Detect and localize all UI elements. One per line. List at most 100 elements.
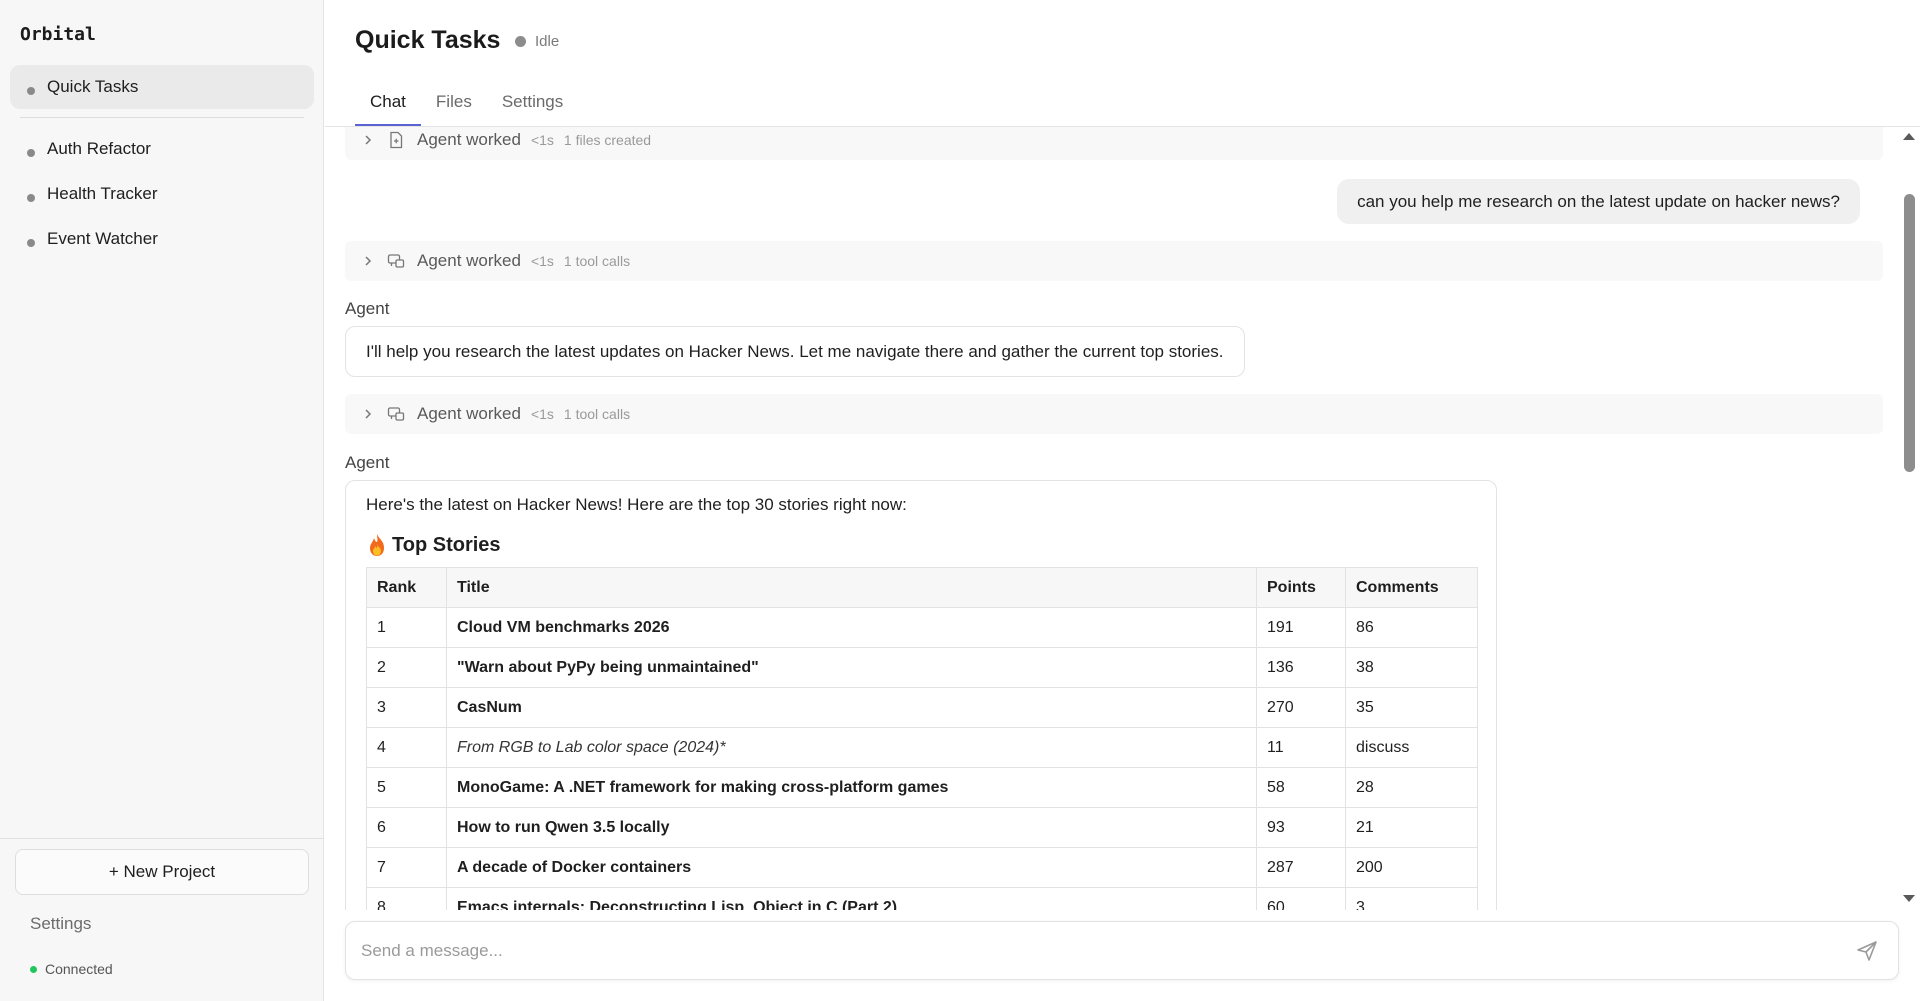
tool-icon [387, 254, 405, 268]
title-cell: Emacs internals: Deconstructing Lisp_Obj… [446, 887, 1257, 910]
agent-worked-row[interactable]: Agent worked <1s 1 tool calls [345, 241, 1883, 281]
comments-cell: discuss [1345, 727, 1478, 768]
title-cell: Cloud VM benchmarks 2026 [446, 607, 1257, 648]
message-composer [345, 921, 1899, 980]
column-header-title: Title [446, 567, 1257, 608]
project-dot-icon [27, 239, 35, 247]
app-name: Orbital [20, 24, 96, 45]
fire-icon [370, 534, 384, 556]
title-cell: From RGB to Lab color space (2024)* [446, 727, 1257, 768]
sidebar: Orbital Quick Tasks Auth Refactor Health… [0, 0, 324, 1001]
table-row: 6 How to run Qwen 3.5 locally 93 21 [366, 807, 1478, 848]
comments-cell: 86 [1345, 607, 1478, 648]
section-title: Top Stories [392, 533, 501, 556]
agent-worked-row[interactable]: Agent worked <1s 1 files created [345, 127, 1883, 160]
comments-cell: 3 [1345, 887, 1478, 910]
sidebar-item-quick-tasks[interactable]: Quick Tasks [10, 65, 314, 109]
table-row: 3 CasNum 270 35 [366, 687, 1478, 728]
table-row: 8 Emacs internals: Deconstructing Lisp_O… [366, 887, 1478, 910]
file-icon [390, 131, 403, 149]
rank-cell: 5 [366, 767, 447, 808]
sidebar-item-health-tracker[interactable]: Health Tracker [10, 172, 314, 216]
rank-cell: 6 [366, 807, 447, 848]
page-title: Quick Tasks [355, 26, 501, 54]
section-heading: Top Stories [366, 533, 1476, 557]
points-cell: 136 [1256, 647, 1346, 688]
points-cell: 287 [1256, 847, 1346, 888]
connection-status-label: Connected [45, 961, 113, 977]
scroll-down-arrow-icon[interactable] [1903, 895, 1915, 902]
table-row: 7 A decade of Docker containers 287 200 [366, 847, 1478, 888]
connected-dot-icon [30, 965, 37, 973]
sidebar-item-event-watcher[interactable]: Event Watcher [10, 217, 314, 261]
title-cell: "Warn about PyPy being unmaintained" [446, 647, 1257, 688]
agent-sender-label: Agent [345, 453, 390, 472]
column-header-rank: Rank [366, 567, 447, 608]
column-header-comments: Comments [1345, 567, 1478, 608]
agent-worked-label: Agent worked [417, 130, 521, 149]
rank-cell: 8 [366, 887, 447, 910]
points-cell: 93 [1256, 807, 1346, 848]
table-row: 1 Cloud VM benchmarks 2026 191 86 [366, 607, 1478, 648]
table-row: 2 "Warn about PyPy being unmaintained" 1… [366, 647, 1478, 688]
comments-cell: 38 [1345, 647, 1478, 688]
tab-files[interactable]: Files [421, 86, 487, 126]
scroll-up-arrow-icon[interactable] [1903, 133, 1915, 140]
title-cell: How to run Qwen 3.5 locally [446, 807, 1257, 848]
rank-cell: 4 [366, 727, 447, 768]
agent-sender-label: Agent [345, 299, 390, 318]
rank-cell: 2 [366, 647, 447, 688]
rank-cell: 7 [366, 847, 447, 888]
chat-thread: Agent worked <1s 1 files created can you… [325, 127, 1896, 910]
title-cell: CasNum [446, 687, 1257, 728]
user-message: can you help me research on the latest u… [1337, 179, 1860, 224]
agent-worked-label: Agent worked [417, 404, 521, 423]
tab-bar: Chat Files Settings [355, 86, 578, 126]
comments-cell: 28 [1345, 767, 1478, 808]
status-badge: Idle [515, 33, 559, 50]
message-input[interactable] [361, 922, 1821, 979]
agent-worked-time: <1s [530, 406, 554, 422]
title-cell: A decade of Docker containers [446, 847, 1257, 888]
agent-worked-meta: 1 files created [563, 132, 652, 148]
tab-settings[interactable]: Settings [487, 86, 578, 126]
chat-scrollbar-thumb[interactable] [1904, 194, 1915, 472]
points-cell: 191 [1256, 607, 1346, 648]
chevron-right-icon [365, 135, 372, 145]
status-dot-icon [515, 36, 526, 47]
chevron-right-icon [365, 256, 372, 266]
agent-worked-time: <1s [530, 132, 554, 148]
status-label: Idle [535, 33, 560, 50]
project-dot-icon [27, 149, 35, 157]
sidebar-settings-link[interactable]: Settings [30, 914, 91, 934]
send-icon[interactable] [1855, 939, 1879, 963]
chevron-right-icon [365, 409, 372, 419]
agent-message: I'll help you research the latest update… [345, 326, 1245, 377]
agent-worked-meta: 1 tool calls [563, 253, 631, 269]
project-dot-icon [27, 87, 35, 95]
sidebar-divider [20, 117, 304, 118]
agent-message-intro: Here's the latest on Hacker News! Here a… [366, 495, 907, 514]
points-cell: 60 [1256, 887, 1346, 910]
title-cell: MonoGame: A .NET framework for making cr… [446, 767, 1257, 808]
rank-cell: 3 [366, 687, 447, 728]
comments-cell: 21 [1345, 807, 1478, 848]
table-row: 5 MonoGame: A .NET framework for making … [366, 767, 1478, 808]
sidebar-item-label: Event Watcher [47, 229, 158, 248]
sidebar-item-label: Health Tracker [47, 184, 158, 203]
sidebar-item-auth-refactor[interactable]: Auth Refactor [10, 127, 314, 171]
sidebar-footer-divider [0, 838, 324, 839]
agent-worked-row[interactable]: Agent worked <1s 1 tool calls [345, 394, 1883, 434]
project-dot-icon [27, 194, 35, 202]
connection-status: Connected [30, 961, 113, 977]
points-cell: 270 [1256, 687, 1346, 728]
sidebar-item-label: Auth Refactor [47, 139, 151, 158]
new-project-button[interactable]: + New Project [15, 849, 309, 895]
table-header-row: Rank Title Points Comments [366, 567, 1478, 608]
rank-cell: 1 [366, 607, 447, 648]
agent-message: Here's the latest on Hacker News! Here a… [345, 480, 1497, 910]
tab-chat[interactable]: Chat [355, 86, 421, 126]
points-cell: 58 [1256, 767, 1346, 808]
sidebar-item-label: Quick Tasks [47, 77, 139, 96]
comments-cell: 200 [1345, 847, 1478, 888]
